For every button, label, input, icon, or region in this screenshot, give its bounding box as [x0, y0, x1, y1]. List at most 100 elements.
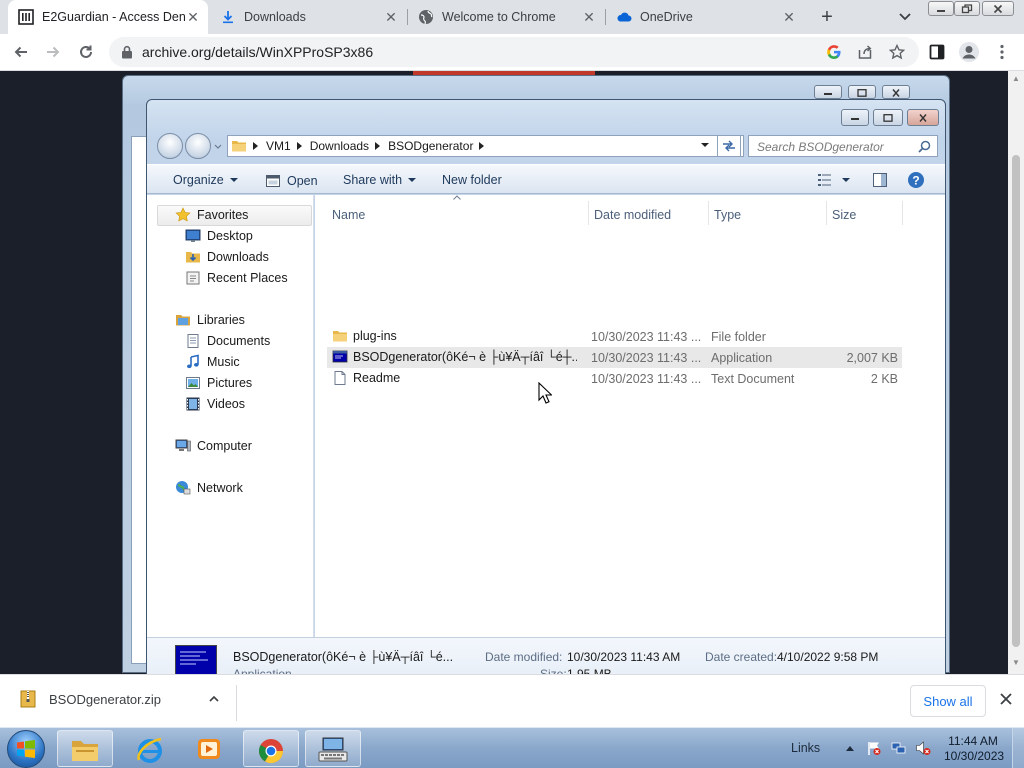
nav-computer[interactable]: Computer [175, 436, 252, 456]
address-bar[interactable]: archive.org/details/WinXPProSP3x86 [109, 37, 919, 67]
folder-icon [232, 141, 246, 152]
nav-downloads[interactable]: Downloads [185, 247, 269, 267]
volume-muted-icon[interactable] [915, 740, 931, 756]
action-center-flag-icon[interactable] [866, 740, 882, 756]
open-button[interactable]: Open [265, 173, 318, 189]
file-date: 10/30/2023 11:43 ... [591, 372, 702, 386]
search-icon[interactable] [918, 140, 931, 153]
column-header-date-modified[interactable]: Date modified [589, 201, 709, 225]
close-tab-icon[interactable]: ✕ [384, 10, 398, 24]
start-button[interactable] [7, 730, 45, 768]
chevron-down-icon[interactable] [700, 140, 710, 150]
minimize-button[interactable] [841, 109, 869, 126]
system-clock[interactable]: 11:44 AM 10/30/2023 [944, 734, 1004, 764]
bookmark-star-icon[interactable] [889, 44, 905, 60]
nav-music[interactable]: Music [185, 352, 240, 372]
view-options-icon[interactable] [817, 172, 833, 188]
google-icon[interactable] [826, 44, 842, 60]
help-icon[interactable]: ? [907, 171, 925, 189]
close-window-button[interactable] [882, 85, 910, 99]
nav-desktop[interactable]: Desktop [185, 226, 253, 246]
chevron-up-icon[interactable] [845, 744, 855, 752]
chevron-up-icon[interactable] [209, 695, 219, 703]
taskbar-internet-explorer[interactable] [122, 730, 178, 767]
lock-icon[interactable] [121, 45, 133, 59]
reload-icon[interactable] [77, 43, 95, 61]
show-all-button[interactable]: Show all [910, 685, 986, 717]
tab-downloads[interactable]: Downloads ✕ [210, 0, 406, 34]
side-panel-icon[interactable] [928, 43, 946, 61]
zip-file-icon [20, 690, 36, 708]
close-window-button[interactable] [982, 1, 1014, 16]
more-menu-icon[interactable] [994, 43, 1010, 61]
search-input[interactable]: Search BSODgenerator [748, 135, 938, 157]
download-item[interactable]: BSODgenerator.zip [20, 690, 219, 708]
breadcrumb-separator-icon[interactable] [375, 142, 381, 150]
breadcrumb-separator-icon[interactable] [479, 142, 485, 150]
file-row[interactable]: plug-ins 10/30/2023 11:43 ... File folde… [327, 326, 902, 347]
maximize-button[interactable] [873, 109, 903, 126]
breadcrumb[interactable]: VM1 Downloads BSODgenerator [227, 135, 744, 157]
new-folder-button[interactable]: New folder [442, 173, 502, 187]
profile-avatar-icon[interactable] [958, 41, 980, 63]
chevron-down-icon[interactable] [897, 8, 913, 24]
links-toolbar[interactable]: Links [791, 741, 820, 755]
nav-network[interactable]: Network [175, 478, 243, 498]
back-arrow-icon[interactable] [12, 43, 30, 61]
close-tab-icon[interactable]: ✕ [582, 10, 596, 24]
tab-onedrive[interactable]: OneDrive ✕ [606, 0, 804, 34]
nav-documents[interactable]: Documents [185, 331, 270, 351]
breadcrumb-separator-icon[interactable] [296, 142, 302, 150]
file-row[interactable]: BSODgenerator(ôKé¬ è ├ù¥Ä┬íâî └é┼... 10/… [327, 347, 902, 368]
preview-pane-icon[interactable] [872, 172, 888, 188]
restore-button[interactable] [954, 1, 980, 16]
file-row[interactable]: Readme 10/30/2023 11:43 ... Text Documen… [327, 368, 902, 389]
breadcrumb-item[interactable]: Downloads [310, 139, 369, 153]
show-desktop-button[interactable] [1012, 728, 1024, 768]
page-scrollbar[interactable]: ▲ ▼ [1008, 71, 1024, 674]
chevron-down-icon[interactable] [214, 144, 222, 150]
url-text: archive.org/details/WinXPProSP3x86 [142, 44, 374, 60]
minimize-button[interactable] [814, 85, 842, 99]
chevron-down-icon[interactable] [842, 178, 850, 182]
network-status-icon[interactable] [891, 740, 907, 756]
taskbar-media-player[interactable] [181, 730, 237, 767]
folder-icon [72, 741, 98, 761]
libraries-icon [176, 315, 190, 326]
column-header-name[interactable]: Name [327, 201, 589, 225]
scrollbar-thumb[interactable] [1012, 155, 1020, 647]
taskbar-chrome[interactable] [243, 730, 299, 767]
refresh-button[interactable] [717, 135, 741, 157]
close-window-button[interactable] [907, 109, 939, 126]
forward-arrow-icon[interactable] [44, 43, 62, 61]
tab-welcome-to-chrome[interactable]: Welcome to Chrome ✕ [408, 0, 604, 34]
breadcrumb-item[interactable]: BSODgenerator [388, 139, 473, 153]
new-tab-button[interactable]: + [817, 7, 837, 27]
organize-button[interactable]: Organize [173, 173, 238, 187]
column-header-size[interactable]: Size [827, 201, 903, 225]
breadcrumb-item[interactable]: VM1 [266, 139, 291, 153]
maximize-button[interactable] [848, 85, 876, 99]
minimize-button[interactable] [928, 1, 954, 16]
scroll-up-icon[interactable]: ▲ [1012, 75, 1020, 83]
column-header-type[interactable]: Type [709, 201, 827, 225]
file-name: Readme [353, 371, 401, 385]
close-tab-icon[interactable]: ✕ [186, 10, 200, 24]
taskbar-keyboard-app[interactable] [305, 730, 361, 767]
navigation-pane: Favorites Desktop Downloads Recent Place… [147, 195, 314, 637]
nav-recent-places[interactable]: Recent Places [185, 268, 288, 288]
close-icon[interactable] [998, 691, 1014, 707]
share-with-button[interactable]: Share with [343, 173, 417, 187]
nav-videos[interactable]: Videos [185, 394, 245, 414]
taskbar-explorer[interactable] [57, 730, 113, 767]
breadcrumb-separator-icon[interactable] [253, 142, 258, 150]
forward-button[interactable] [185, 133, 211, 159]
close-tab-icon[interactable]: ✕ [782, 10, 796, 24]
nav-pictures[interactable]: Pictures [185, 373, 252, 393]
tab-e2guardian[interactable]: E2Guardian - Access Den ✕ [8, 0, 208, 34]
nav-libraries[interactable]: Libraries [175, 310, 245, 330]
nav-favorites[interactable]: Favorites [175, 205, 248, 225]
share-icon[interactable] [857, 44, 873, 60]
back-button[interactable] [157, 133, 183, 159]
scroll-down-icon[interactable]: ▼ [1012, 659, 1020, 667]
